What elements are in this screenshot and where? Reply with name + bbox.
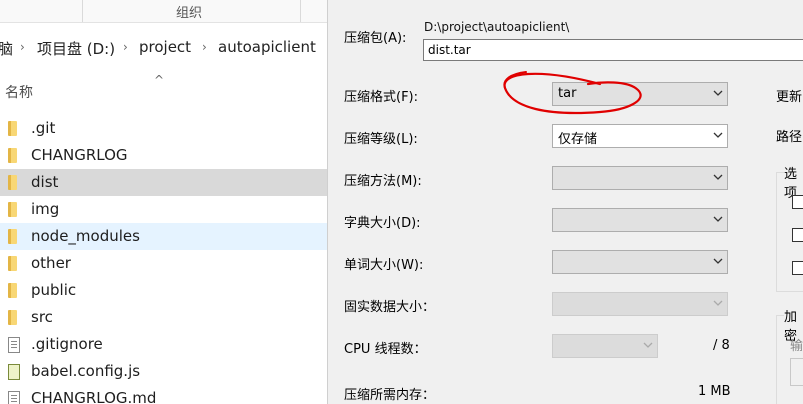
path-label: 路径	[776, 130, 803, 145]
file-row[interactable]: dist	[0, 169, 327, 196]
ribbon-group-organize: 组织	[176, 6, 203, 21]
format-label: 压缩格式(F):	[344, 90, 419, 105]
option-checkbox[interactable]	[792, 228, 803, 242]
folder-icon	[8, 310, 17, 325]
memory-label: 压缩所需内存：	[344, 388, 436, 403]
file-name: dist	[31, 173, 59, 191]
archive-path: D:\project\autoapiclient\	[424, 20, 570, 34]
file-row[interactable]: img	[0, 196, 327, 223]
format-value: tar	[558, 86, 577, 101]
ribbon-separator	[82, 0, 83, 22]
file-row[interactable]: src	[0, 304, 327, 331]
option-checkbox[interactable]	[792, 195, 803, 209]
file-row[interactable]: .git	[0, 115, 327, 142]
file-explorer: 组织 脑 › 项目盘 (D:) › project › autoapiclien…	[0, 0, 327, 404]
archive-label: 压缩包(A):	[344, 31, 407, 46]
file-row[interactable]: public	[0, 277, 327, 304]
breadcrumb-item[interactable]: 脑	[0, 38, 13, 59]
word-select[interactable]	[552, 250, 728, 274]
file-name: CHANGRLOG	[31, 146, 128, 164]
cpu-total: / 8	[713, 338, 730, 353]
file-row[interactable]: CHANGRLOG	[0, 142, 327, 169]
file-row[interactable]: node_modules	[0, 223, 327, 250]
folder-icon	[8, 256, 17, 271]
breadcrumb-item[interactable]: 项目盘 (D:)	[37, 38, 115, 59]
breadcrumb-item[interactable]: autoapiclient	[218, 38, 316, 56]
file-name: .gitignore	[31, 335, 103, 353]
column-header-label: 名称	[5, 85, 33, 101]
chevron-down-icon	[713, 130, 723, 140]
method-label: 压缩方法(M):	[344, 174, 422, 189]
format-select[interactable]: tar	[552, 82, 728, 106]
address-bar[interactable]: 脑 › 项目盘 (D:) › project › autoapiclient	[0, 32, 327, 62]
option-checkbox[interactable]	[792, 261, 803, 275]
method-select[interactable]	[552, 166, 728, 190]
password-label: 输	[790, 339, 803, 354]
file-icon	[8, 391, 20, 404]
file-name: CHANGRLOG.md	[31, 389, 157, 404]
chevron-right-icon: ›	[202, 40, 207, 54]
folder-icon	[8, 175, 17, 190]
archive-name-input[interactable]: dist.tar	[423, 39, 803, 61]
chevron-down-icon	[713, 172, 723, 182]
update-label: 更新	[776, 90, 803, 105]
file-name: other	[31, 254, 71, 272]
solid-label: 固实数据大小：	[344, 300, 436, 315]
level-label: 压缩等级(L):	[344, 132, 418, 147]
archive-name-value: dist.tar	[428, 43, 471, 57]
dict-select[interactable]	[552, 208, 728, 232]
folder-icon	[8, 148, 17, 163]
chevron-down-icon	[713, 256, 723, 266]
file-name: public	[31, 281, 77, 299]
password-input[interactable]	[790, 358, 803, 386]
column-header-name[interactable]: ^ 名称	[0, 73, 327, 105]
file-name: babel.config.js	[31, 362, 141, 380]
file-icon	[8, 337, 20, 353]
file-row[interactable]: .gitignore	[0, 331, 327, 358]
file-row[interactable]: babel.config.js	[0, 358, 327, 385]
archive-dialog: 压缩包(A): D:\project\autoapiclient\ dist.t…	[327, 0, 803, 404]
file-name: node_modules	[31, 227, 140, 245]
ribbon-separator	[300, 0, 301, 22]
chevron-down-icon	[643, 340, 653, 350]
ribbon: 组织	[0, 0, 327, 23]
chevron-down-icon	[713, 88, 723, 98]
memory-value: 1 MB	[698, 384, 731, 399]
folder-icon	[8, 229, 17, 244]
folder-icon	[8, 283, 17, 298]
level-select[interactable]: 仅存储	[552, 124, 728, 148]
folder-icon	[8, 202, 17, 217]
sort-up-icon: ^	[154, 73, 165, 87]
file-name: .git	[31, 119, 56, 137]
word-label: 单词大小(W):	[344, 258, 424, 273]
solid-select[interactable]	[552, 292, 728, 316]
cpu-label: CPU 线程数：	[344, 342, 427, 357]
level-value: 仅存储	[558, 132, 598, 147]
chevron-right-icon: ›	[20, 40, 25, 54]
chevron-down-icon	[713, 214, 723, 224]
breadcrumb-item[interactable]: project	[139, 38, 191, 56]
dict-label: 字典大小(D):	[344, 216, 421, 231]
file-row[interactable]: CHANGRLOG.md	[0, 385, 327, 404]
js-file-icon	[8, 364, 20, 380]
cpu-select[interactable]	[552, 334, 658, 358]
folder-icon	[8, 121, 17, 136]
chevron-down-icon	[713, 298, 723, 308]
file-name: img	[31, 200, 60, 218]
chevron-right-icon: ›	[123, 40, 128, 54]
file-row[interactable]: other	[0, 250, 327, 277]
file-name: src	[31, 308, 53, 326]
